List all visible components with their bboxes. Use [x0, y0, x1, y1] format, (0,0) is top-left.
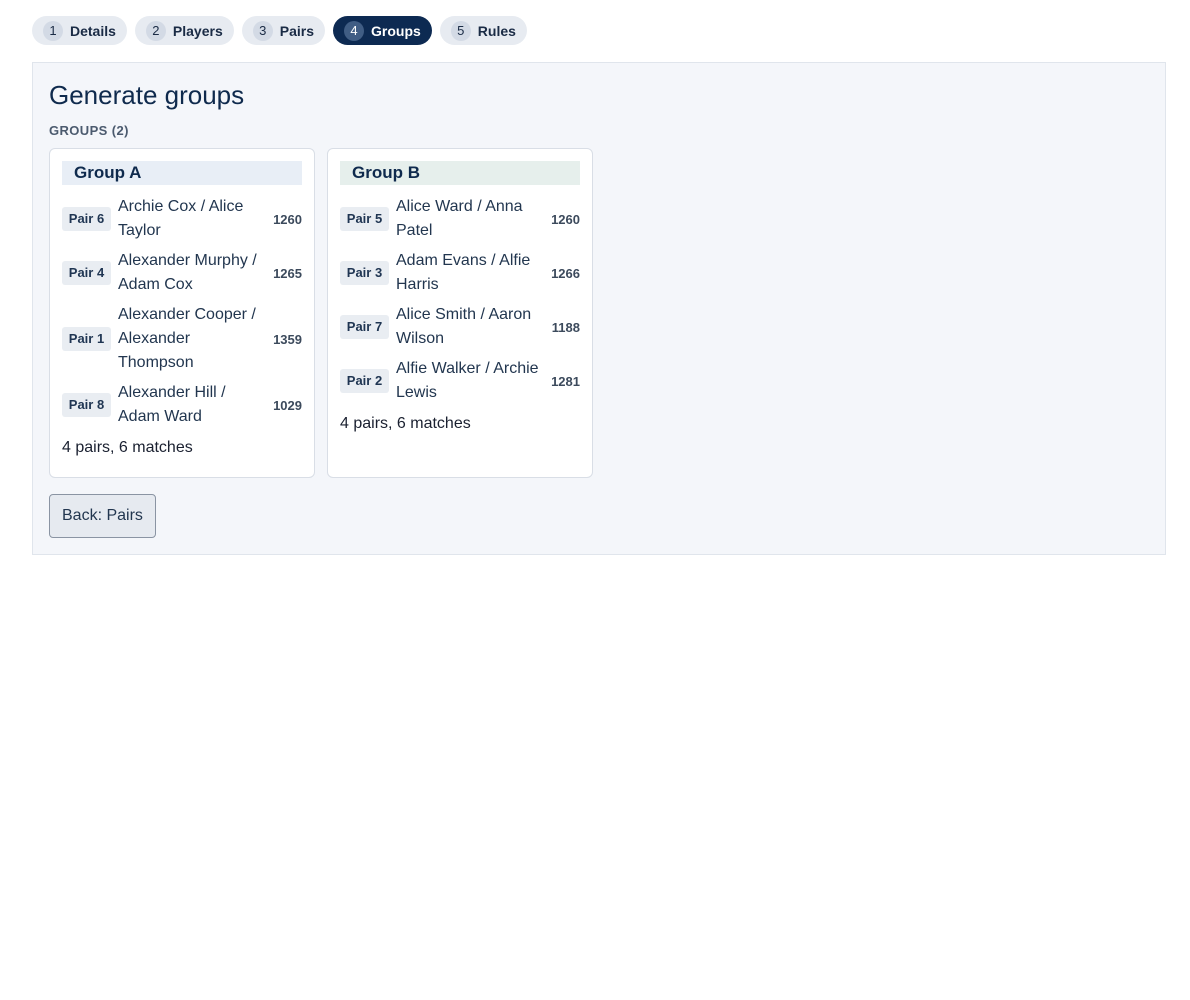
- pair-row: Pair 4 Alexander Murphy / Adam Cox 1265: [62, 249, 302, 297]
- page-title: Generate groups: [49, 80, 245, 110]
- pair-rating: 1029: [273, 397, 302, 413]
- pair-row: Pair 3 Adam Evans / Alfie Harris 1266: [340, 249, 580, 297]
- pair-players: Alexander Cooper / Alexander Thompson: [118, 306, 256, 371]
- back-to-pairs-button[interactable]: Back: Pairs: [49, 494, 156, 538]
- pair-rating: 1359: [273, 331, 302, 347]
- pair-players: Alexander Murphy / Adam Cox: [118, 252, 257, 293]
- pair-rating: 1281: [551, 373, 580, 389]
- groups-panel: Generate groups GROUPS (2) Group A Pair …: [32, 62, 1166, 555]
- pair-row: Pair 5 Alice Ward / Anna Patel 1260: [340, 195, 580, 243]
- pair-players: Alice Ward / Anna Patel: [396, 198, 523, 239]
- pair-badge: Pair 2: [340, 369, 389, 393]
- pair-players: Archie Cox / Alice Taylor: [118, 198, 244, 239]
- pair-players: Alice Smith / Aaron Wilson: [396, 306, 532, 347]
- pair-rating: 1260: [551, 211, 580, 227]
- step-number: 5: [450, 20, 471, 41]
- pair-rating: 1265: [273, 265, 302, 281]
- pair-players: Adam Evans / Alfie Harris: [396, 252, 531, 293]
- step-number: 1: [43, 20, 63, 41]
- pair-badge: Pair 7: [340, 315, 389, 339]
- step-number: 2: [145, 20, 166, 41]
- group-title: Group B: [340, 161, 580, 185]
- pair-row: Pair 2 Alfie Walker / Archie Lewis 1281: [340, 357, 580, 405]
- pair-badge: Pair 3: [340, 261, 389, 285]
- group-summary: 4 pairs, 6 matches: [340, 415, 471, 432]
- pair-players: Alfie Walker / Archie Lewis: [396, 360, 539, 401]
- pair-row: Pair 7 Alice Smith / Aaron Wilson 1188: [340, 303, 580, 351]
- pair-badge: Pair 1: [62, 327, 111, 351]
- group-card-b: Group B Pair 5 Alice Ward / Anna Patel 1…: [327, 148, 593, 478]
- pair-rating: 1260: [273, 211, 302, 227]
- step-number: 3: [252, 20, 273, 41]
- pair-rating: 1188: [551, 319, 580, 335]
- step-rules[interactable]: 5 Rules: [439, 16, 527, 45]
- step-players[interactable]: 2 Players: [134, 16, 234, 45]
- step-label: Pairs: [279, 22, 314, 39]
- group-title: Group A: [62, 161, 302, 185]
- pair-badge: Pair 5: [340, 207, 389, 231]
- groups-count-label: GROUPS (2): [49, 123, 129, 138]
- group-card-a: Group A Pair 6 Archie Cox / Alice Taylor…: [49, 148, 315, 478]
- step-label: Groups: [371, 22, 421, 39]
- step-pairs[interactable]: 3 Pairs: [241, 16, 325, 45]
- step-details[interactable]: 1 Details: [32, 16, 127, 45]
- pair-badge: Pair 6: [62, 207, 111, 231]
- step-label: Players: [172, 22, 223, 39]
- pair-badge: Pair 8: [62, 393, 111, 417]
- pair-rating: 1266: [551, 265, 580, 281]
- pair-row: Pair 6 Archie Cox / Alice Taylor 1260: [62, 195, 302, 243]
- pair-players: Alexander Hill / Adam Ward: [118, 384, 226, 425]
- step-number: 4: [344, 20, 364, 41]
- wizard-steps: 1 Details 2 Players 3 Pairs 4 Groups 5 R…: [32, 16, 527, 45]
- group-summary: 4 pairs, 6 matches: [62, 439, 193, 456]
- step-groups[interactable]: 4 Groups: [333, 16, 432, 45]
- step-label: Rules: [477, 22, 516, 39]
- pair-badge: Pair 4: [62, 261, 111, 285]
- pair-row: Pair 1 Alexander Cooper / Alexander Thom…: [62, 303, 302, 375]
- pair-row: Pair 8 Alexander Hill / Adam Ward 1029: [62, 381, 302, 429]
- step-label: Details: [70, 22, 116, 39]
